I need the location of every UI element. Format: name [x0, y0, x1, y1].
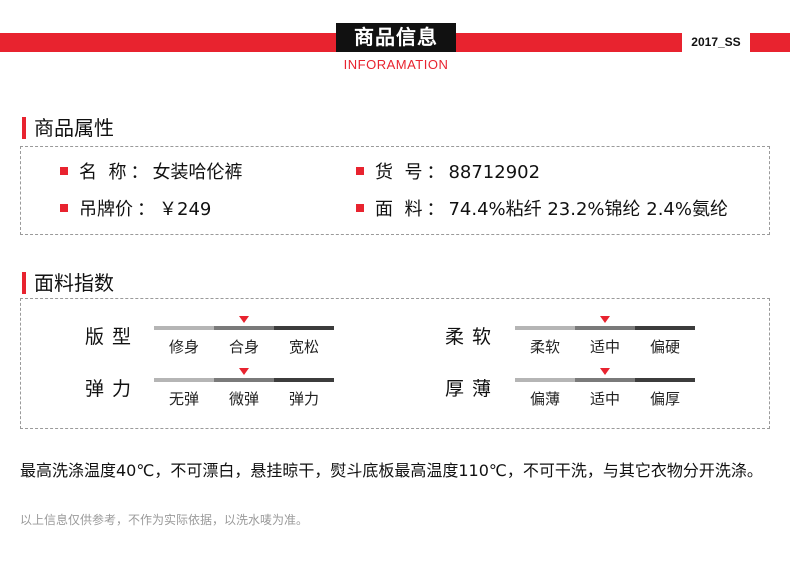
season-label: 2017_SS: [691, 35, 741, 49]
bullet-icon: [60, 167, 68, 175]
scale-option: 无弹: [168, 390, 199, 408]
scale-segment: [635, 326, 695, 330]
scale-label-softness: 柔软: [445, 326, 500, 348]
scale-segment: [575, 378, 635, 382]
header-bar-right: [750, 33, 790, 52]
thickness-scale: 偏薄 适中 偏厚: [515, 366, 695, 414]
scale-segment: [575, 326, 635, 330]
scale-segment: [274, 326, 334, 330]
scale-segment: [154, 326, 214, 330]
attribute-label: 货 号: [375, 162, 423, 183]
selected-marker-icon: [239, 368, 249, 375]
bullet-icon: [356, 167, 364, 175]
attribute-name: 名 称：女装哈伦裤: [60, 162, 242, 184]
attribute-value: 女装哈伦裤: [152, 162, 243, 183]
scale-segment: [214, 378, 274, 382]
attribute-label: 面 料: [375, 199, 423, 220]
attribute-fabric: 面 料： 74.4%粘纤 23.2%锦纶 2.4%氨纶: [356, 199, 728, 221]
care-instructions: 最高洗涤温度40℃，不可漂白，悬挂晾干，熨斗底板最高温度110℃，不可干洗，与其…: [20, 461, 763, 480]
attribute-separator: ：: [426, 162, 445, 183]
attribute-separator: ：: [137, 199, 155, 220]
attributes-box: [20, 146, 770, 235]
attribute-value: 74.4%粘纤 23.2%锦纶 2.4%氨纶: [448, 199, 728, 220]
scale-segment: [274, 378, 334, 382]
scale-option: 合身: [228, 338, 259, 356]
scale-segment: [515, 326, 575, 330]
scale-segment: [635, 378, 695, 382]
attribute-value: ￥249: [159, 199, 212, 220]
softness-scale: 柔软 适中 偏硬: [515, 314, 695, 362]
scale-segment: [154, 378, 214, 382]
attribute-label: 名 称: [79, 162, 127, 183]
scale-option: 柔软: [529, 338, 560, 356]
scale-option: 偏薄: [529, 390, 560, 408]
scale-option: 适中: [589, 390, 620, 408]
bullet-icon: [60, 204, 68, 212]
attribute-separator: ：: [130, 162, 149, 183]
scale-label-thickness: 厚薄: [445, 378, 500, 400]
fabric-index-section-title: 面料指数: [22, 272, 114, 294]
attribute-separator: ：: [426, 199, 445, 220]
header-bar-middle: [456, 33, 682, 52]
header-title: 商品信息: [336, 23, 456, 52]
selected-marker-icon: [600, 368, 610, 375]
scale-label-fit: 版型: [85, 326, 140, 348]
scale-option: 适中: [589, 338, 620, 356]
attribute-value: 88712902: [448, 162, 541, 183]
scale-option: 宽松: [288, 338, 319, 356]
disclaimer-text: 以上信息仅供参考，不作为实际依据，以洗水唛为准。: [20, 513, 309, 527]
elasticity-scale: 无弹 微弹 弹力: [154, 366, 334, 414]
scale-label-elasticity: 弹力: [85, 378, 140, 400]
scale-segment: [214, 326, 274, 330]
scale-option: 偏厚: [649, 390, 680, 408]
scale-option: 微弹: [228, 390, 259, 408]
attribute-sku: 货 号： 88712902: [356, 162, 540, 184]
selected-marker-icon: [600, 316, 610, 323]
header-bar-left: [0, 33, 336, 52]
attributes-section-title: 商品属性: [22, 117, 114, 139]
header-subtitle: INFORAMATION: [343, 57, 449, 72]
scale-segment: [515, 378, 575, 382]
scale-option: 修身: [168, 338, 199, 356]
scale-option: 弹力: [288, 390, 319, 408]
attribute-label: 吊牌价: [79, 199, 133, 220]
attribute-price: 吊牌价： ￥249: [60, 199, 211, 221]
fit-scale: 修身 合身 宽松: [154, 314, 334, 362]
selected-marker-icon: [239, 316, 249, 323]
scale-option: 偏硬: [649, 338, 680, 356]
bullet-icon: [356, 204, 364, 212]
